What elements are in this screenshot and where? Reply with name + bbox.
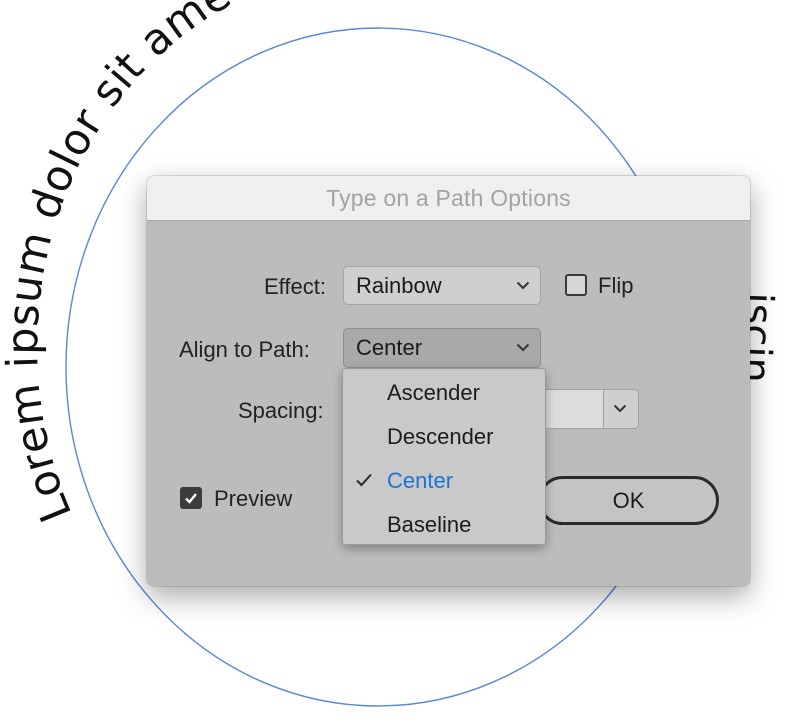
ok-label: OK bbox=[612, 487, 645, 513]
spacing-input[interactable] bbox=[545, 389, 603, 429]
chevron-down-icon bbox=[613, 404, 627, 413]
menu-item-baseline[interactable]: Baseline bbox=[343, 503, 545, 547]
preview-checkbox[interactable] bbox=[180, 487, 202, 509]
align-to-path-dropdown[interactable]: Center bbox=[343, 328, 541, 368]
spacing-label: Spacing: bbox=[238, 398, 324, 423]
flip-label: Flip bbox=[598, 273, 634, 298]
align-to-path-label: Align to Path: bbox=[179, 337, 310, 362]
flip-checkbox[interactable] bbox=[565, 274, 587, 296]
checkmark-icon bbox=[356, 473, 372, 487]
chevron-down-icon bbox=[516, 281, 530, 289]
effect-label: Effect: bbox=[264, 274, 326, 299]
effect-value: Rainbow bbox=[356, 272, 442, 298]
menu-item-ascender[interactable]: Ascender bbox=[343, 371, 545, 415]
menu-item-center[interactable]: Center bbox=[343, 459, 545, 503]
ok-button[interactable]: OK bbox=[538, 476, 719, 525]
effect-dropdown[interactable]: Rainbow bbox=[343, 266, 541, 305]
chevron-down-icon bbox=[516, 343, 530, 352]
align-to-path-menu: Ascender Descender Center Baseline bbox=[342, 368, 546, 545]
menu-item-descender[interactable]: Descender bbox=[343, 415, 545, 459]
align-to-path-value: Center bbox=[356, 335, 423, 360]
dialog-title: Type on a Path Options bbox=[147, 176, 750, 221]
checkmark-icon bbox=[185, 493, 197, 504]
spacing-dropdown-button[interactable] bbox=[603, 389, 639, 429]
preview-label: Preview bbox=[214, 486, 293, 511]
